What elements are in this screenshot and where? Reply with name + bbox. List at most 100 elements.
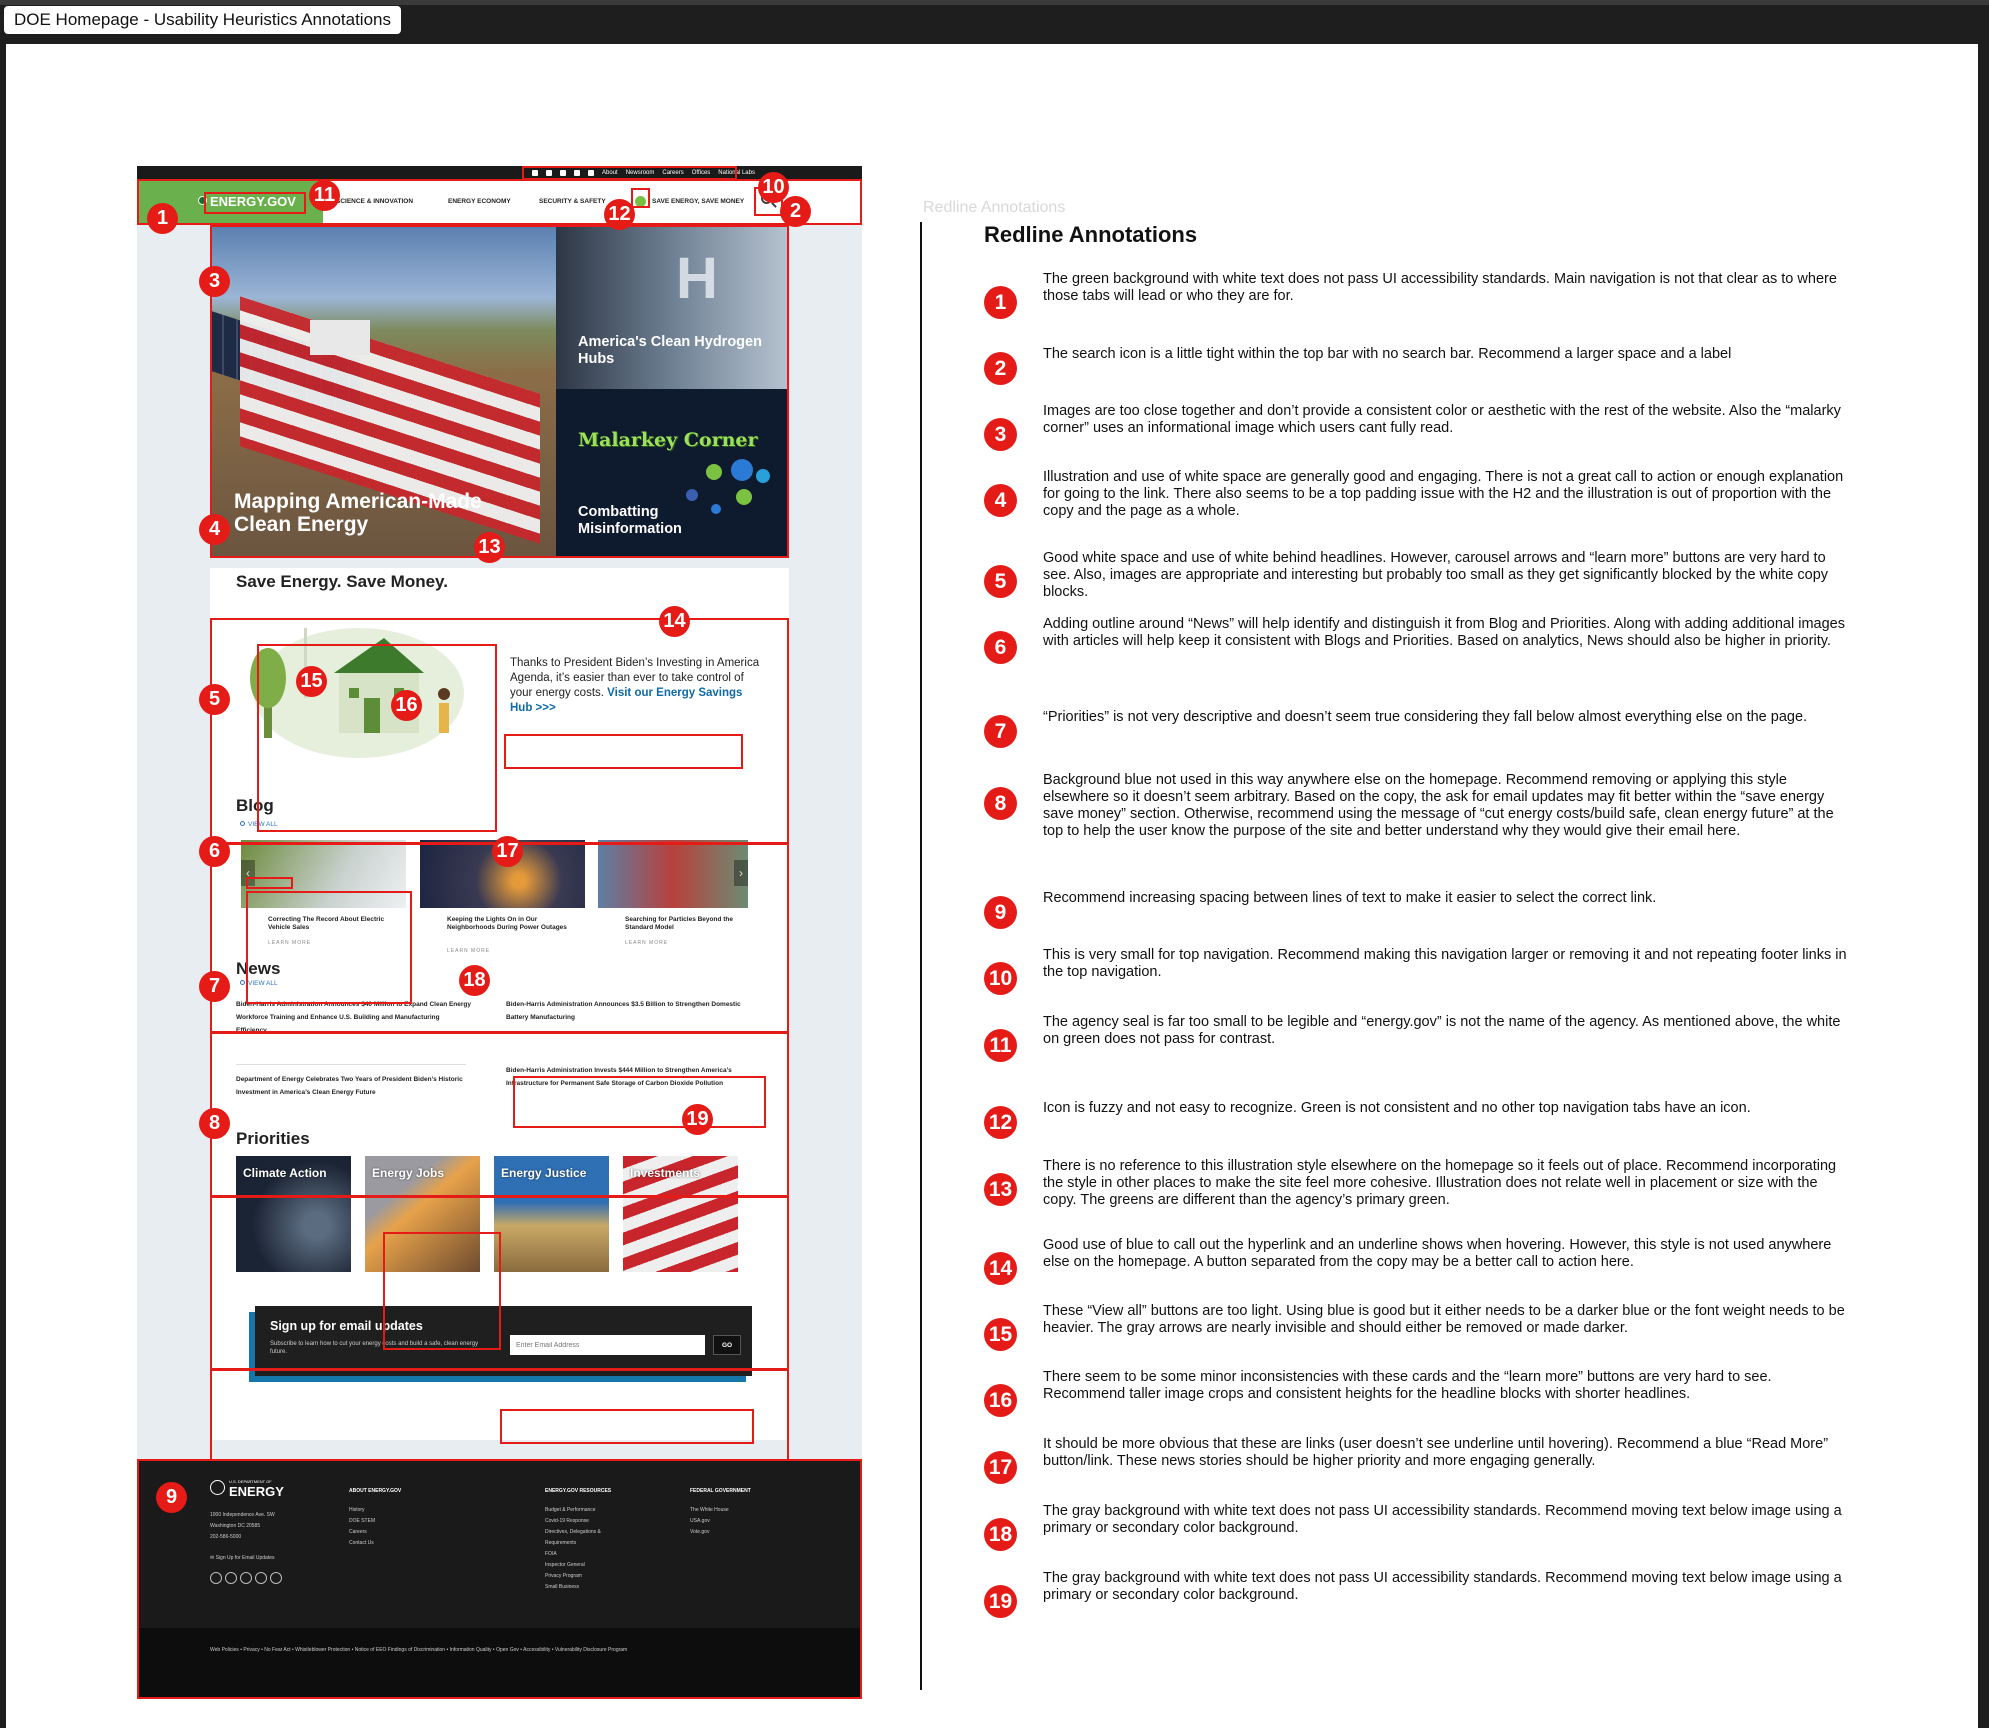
- malarkey-logo: Malarkey Corner: [578, 429, 758, 451]
- house-illustration: [250, 628, 464, 758]
- blog-card[interactable]: Correcting The Record About Electric Veh…: [241, 840, 406, 946]
- nav-science-innovation[interactable]: SCIENCE & INNOVATION: [336, 198, 413, 205]
- annotation-text: “Priorities” is not very descriptive and…: [1043, 708, 1808, 725]
- priority-card-climate-action[interactable]: Climate Action: [236, 1156, 351, 1272]
- redline-badge-4: 4: [199, 514, 230, 545]
- frame-title[interactable]: DOE Homepage - Usability Heuristics Anno…: [4, 6, 401, 34]
- footer-link[interactable]: History: [349, 1505, 375, 1516]
- footer-link[interactable]: Vote.gov: [690, 1527, 729, 1538]
- hero-main-card[interactable]: Mapping American-Made Clean Energy: [210, 225, 556, 556]
- annotation-badge: 18: [984, 1518, 1017, 1551]
- footer-link[interactable]: Small Business: [545, 1582, 601, 1593]
- news-title: News: [236, 959, 281, 978]
- carousel-prev-arrow[interactable]: ‹: [241, 860, 255, 886]
- footer-link[interactable]: Contact Us: [349, 1538, 375, 1549]
- view-all-icon: [240, 980, 245, 985]
- utility-link-about[interactable]: About: [602, 170, 618, 176]
- news-section: News VIEW ALL Biden-Harris Administratio…: [210, 958, 789, 1122]
- annotation-text: There is no reference to this illustrati…: [1043, 1158, 1837, 1208]
- blog-learn-more[interactable]: LEARN MORE: [268, 940, 311, 946]
- footer-link[interactable]: The White House: [690, 1505, 729, 1516]
- leaf-icon: [635, 196, 646, 207]
- footer-link[interactable]: Covid-19 Response: [545, 1516, 601, 1527]
- annotation-text: Recommend increasing spacing between lin…: [1043, 889, 1657, 906]
- footer-legal-links[interactable]: Web Policies • Privacy • No Fear Act • W…: [210, 1645, 730, 1656]
- news-item[interactable]: Biden-Harris Administration Announces $3…: [506, 998, 751, 1024]
- footer-address: 1000 Independence Ave. SW Washington DC …: [210, 1512, 275, 1540]
- instagram-icon[interactable]: [574, 170, 580, 176]
- hero-hydrogen-card[interactable]: H America's Clean Hydrogen Hubs: [556, 225, 789, 389]
- news-item[interactable]: Biden-Harris Administration Invests $444…: [506, 1064, 751, 1090]
- redline-badge-3: 3: [199, 266, 230, 297]
- utility-link-offices[interactable]: Offices: [692, 170, 711, 176]
- priority-label: Climate Action: [243, 1166, 327, 1180]
- news-item[interactable]: Biden-Harris Administration Announces $4…: [236, 998, 471, 1037]
- priority-card-energy-jobs[interactable]: Energy Jobs: [365, 1156, 480, 1272]
- linkedin-icon[interactable]: [588, 170, 594, 176]
- footer: U.S. DEPARTMENT OF ENERGY 1000 Independe…: [137, 1460, 862, 1699]
- nav-security-safety[interactable]: SECURITY & SAFETY: [539, 198, 606, 205]
- email-input[interactable]: [510, 1335, 705, 1355]
- annotation-badge: 19: [984, 1585, 1017, 1618]
- blog-card[interactable]: Searching for Particles Beyond the Stand…: [598, 840, 748, 946]
- youtube-icon[interactable]: [560, 170, 566, 176]
- annotation-text: Images are too close together and don’t …: [1043, 403, 1841, 436]
- annotations-title: Redline Annotations: [984, 222, 1198, 247]
- footer-col-title: FEDERAL GOVERNMENT: [690, 1488, 751, 1494]
- footer-link[interactable]: Budget & Performance: [545, 1505, 601, 1516]
- youtube-icon[interactable]: [240, 1572, 252, 1584]
- blog-view-all[interactable]: VIEW ALL: [240, 821, 278, 828]
- footer-link[interactable]: Inspector General: [545, 1560, 601, 1571]
- redline-badge-12: 12: [604, 199, 635, 230]
- utility-link-national-labs[interactable]: National Labs: [718, 170, 755, 176]
- redline-badge-18: 18: [459, 965, 490, 996]
- priority-card-energy-justice[interactable]: Energy Justice: [494, 1156, 609, 1272]
- annotation-text: The gray background with white text does…: [1043, 1503, 1842, 1536]
- homepage-mockup: About Newsroom Careers Offices National …: [137, 166, 862, 1699]
- instagram-icon[interactable]: [255, 1572, 267, 1584]
- news-divider: [236, 1064, 466, 1065]
- utility-links: About Newsroom Careers Offices National …: [532, 166, 755, 180]
- twitter-icon[interactable]: [225, 1572, 237, 1584]
- annotation-text: Adding outline around “News” will help i…: [1043, 616, 1845, 649]
- facebook-icon[interactable]: [532, 170, 538, 176]
- redline-badge-19: 19: [682, 1104, 713, 1135]
- annotation-text: The agency seal is far too small to be l…: [1043, 1014, 1841, 1047]
- nav-energy-economy[interactable]: ENERGY ECONOMY: [448, 198, 511, 205]
- footer-link[interactable]: FOIA: [545, 1549, 601, 1560]
- annotation-badge: 7: [984, 715, 1017, 748]
- news-view-all[interactable]: VIEW ALL: [240, 980, 278, 987]
- redline-badge-11: 11: [309, 180, 340, 211]
- news-item[interactable]: Department of Energy Celebrates Two Year…: [236, 1073, 471, 1099]
- annotation-text: Icon is fuzzy and not easy to recognize.…: [1043, 1099, 1751, 1116]
- footer-link[interactable]: Careers: [349, 1527, 375, 1538]
- hero-main-caption: Mapping American-Made Clean Energy: [234, 490, 482, 536]
- doe-seal-icon: [210, 1480, 225, 1495]
- priority-card-investments[interactable]: Investments: [623, 1156, 738, 1272]
- nav-save-energy[interactable]: SAVE ENERGY, SAVE MONEY: [652, 198, 744, 205]
- blog-learn-more[interactable]: LEARN MORE: [625, 940, 668, 946]
- footer-link[interactable]: Directives, Delegations &: [545, 1527, 601, 1538]
- priority-label: Energy Justice: [501, 1166, 587, 1180]
- annotation-text: Background blue not used in this way any…: [1043, 772, 1834, 839]
- footer-link[interactable]: DOE STEM: [349, 1516, 375, 1527]
- linkedin-icon[interactable]: [270, 1572, 282, 1584]
- footer-email-signup-link[interactable]: ✉ Sign Up for Email Updates: [210, 1555, 275, 1561]
- twitter-icon[interactable]: [546, 170, 552, 176]
- footer-link[interactable]: USA.gov: [690, 1516, 729, 1527]
- annotation-text: Good white space and use of white behind…: [1043, 550, 1829, 600]
- blog-learn-more[interactable]: LEARN MORE: [447, 948, 490, 954]
- footer-energy-logo[interactable]: ENERGY: [229, 1484, 284, 1499]
- hero-malarkey-card[interactable]: Malarkey Corner Combatting Misinformatio…: [556, 389, 789, 556]
- facebook-icon[interactable]: [210, 1572, 222, 1584]
- annotation-badge: 13: [984, 1173, 1017, 1206]
- utility-link-careers[interactable]: Careers: [662, 170, 683, 176]
- blog-card-title: Correcting The Record About Electric Veh…: [268, 916, 385, 931]
- hero-hydrogen-caption: America's Clean Hydrogen Hubs: [578, 334, 762, 367]
- utility-link-newsroom[interactable]: Newsroom: [626, 170, 655, 176]
- carousel-next-arrow[interactable]: ›: [734, 860, 748, 886]
- footer-link[interactable]: Privacy Program: [545, 1571, 601, 1582]
- blog-card-title: Keeping the Lights On in Our Neighborhoo…: [447, 916, 567, 931]
- footer-link[interactable]: Requirements: [545, 1538, 601, 1549]
- email-go-button[interactable]: GO: [713, 1335, 741, 1355]
